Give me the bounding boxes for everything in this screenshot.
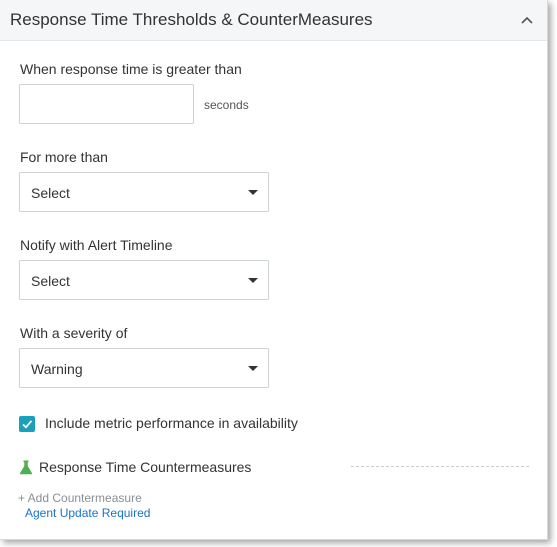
severity-select[interactable]: Warning — [19, 348, 269, 388]
thresholds-panel: Response Time Thresholds & CounterMeasur… — [0, 0, 548, 540]
seconds-unit-label: seconds — [204, 98, 249, 112]
panel-header[interactable]: Response Time Thresholds & CounterMeasur… — [0, 0, 547, 41]
agent-update-required-link[interactable]: Agent Update Required — [25, 506, 150, 520]
panel-title: Response Time Thresholds & CounterMeasur… — [10, 10, 373, 29]
caret-down-icon — [248, 366, 258, 371]
alert-timeline-label: Notify with Alert Timeline — [20, 237, 173, 253]
alert-timeline-select-value: Select — [31, 273, 70, 289]
alert-timeline-select[interactable]: Select — [19, 260, 269, 300]
availability-checkbox[interactable] — [19, 416, 35, 432]
caret-down-icon — [248, 190, 258, 195]
add-countermeasure-link[interactable]: + Add Countermeasure — [18, 491, 142, 505]
duration-select-value: Select — [31, 185, 70, 201]
checkmark-icon — [22, 420, 33, 429]
caret-down-icon — [248, 278, 258, 283]
flask-icon — [19, 460, 33, 475]
duration-select[interactable]: Select — [19, 172, 269, 212]
section-divider — [351, 466, 529, 467]
severity-label: With a severity of — [20, 325, 128, 341]
severity-select-value: Warning — [31, 361, 83, 377]
chevron-up-icon[interactable] — [520, 14, 534, 26]
countermeasures-title: Response Time Countermeasures — [39, 459, 252, 475]
response-time-input[interactable] — [19, 84, 194, 124]
availability-checkbox-label[interactable]: Include metric performance in availabili… — [45, 415, 298, 431]
response-time-label: When response time is greater than — [20, 61, 242, 77]
duration-label: For more than — [20, 149, 108, 165]
